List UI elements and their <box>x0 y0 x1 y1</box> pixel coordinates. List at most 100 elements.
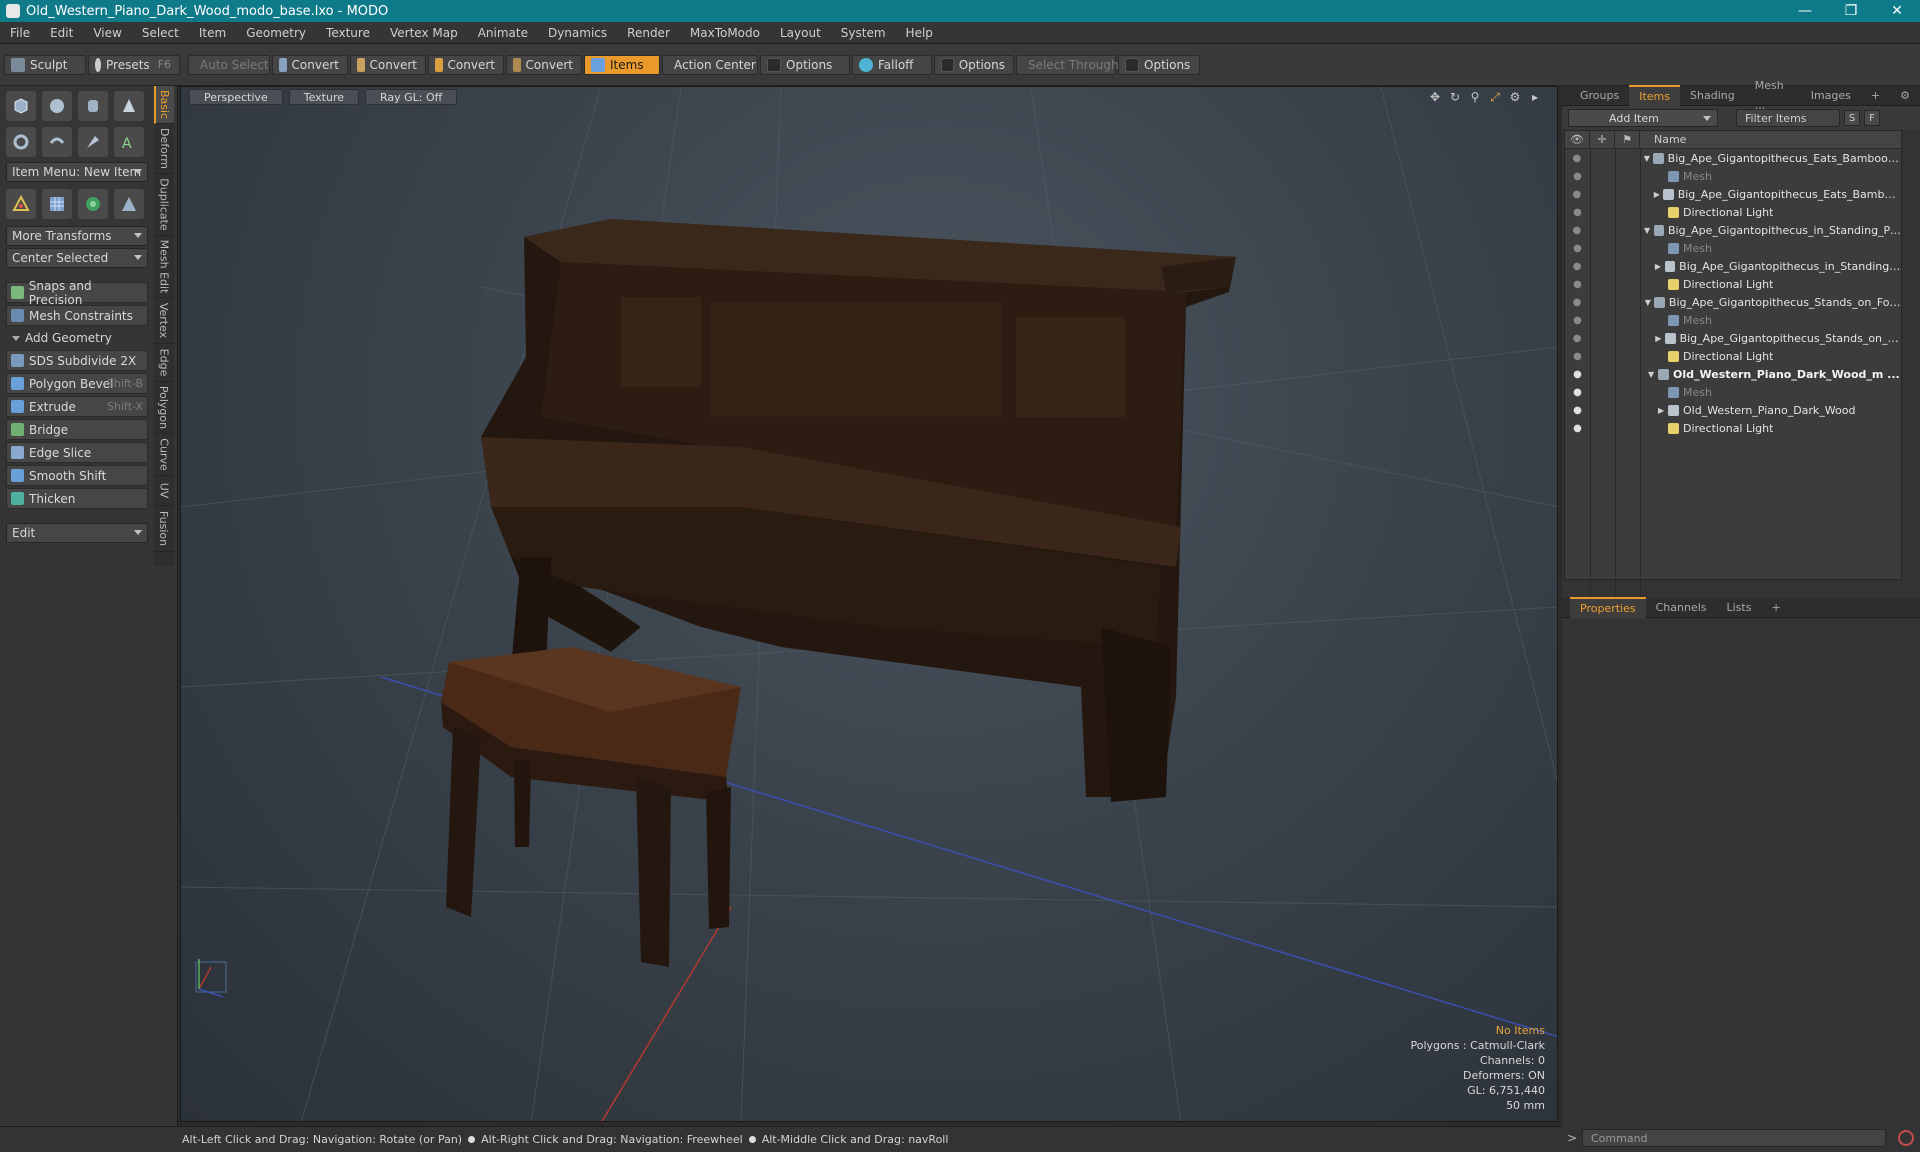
menu-vertex-map[interactable]: Vertex Map <box>380 22 468 44</box>
add-tab-icon[interactable]: + <box>1761 598 1790 618</box>
visibility-eye-icon[interactable]: ● <box>1565 311 1590 329</box>
command-input[interactable]: Command <box>1582 1129 1886 1147</box>
bridge-button[interactable]: Bridge <box>6 419 148 440</box>
edit-dropdown[interactable]: Edit <box>6 523 148 543</box>
tab-vertex[interactable]: Vertex <box>154 298 174 344</box>
action-center-button[interactable]: Action Center <box>662 54 758 75</box>
grid-tool-icon[interactable] <box>42 189 72 219</box>
collapse-arrow-icon[interactable]: ▼ <box>1644 154 1653 163</box>
type-column-icon[interactable]: ⚑ <box>1615 130 1640 149</box>
visibility-eye-icon[interactable]: ● <box>1565 185 1589 203</box>
record-macro-icon[interactable] <box>1898 1130 1914 1146</box>
item-menu-dropdown[interactable]: Item Menu: New Item <box>6 162 148 182</box>
add-tab-icon[interactable]: + <box>1861 86 1890 106</box>
menu-file[interactable]: File <box>0 22 40 44</box>
name-column-header[interactable]: Name <box>1640 133 1686 146</box>
tree-row[interactable]: ● Directional Light <box>1565 275 1901 293</box>
polygon-bevel-button[interactable]: Polygon Bevel Shift-B <box>6 373 148 394</box>
menu-texture[interactable]: Texture <box>316 22 380 44</box>
sds-subdivide-button[interactable]: SDS Subdivide 2X <box>6 350 148 371</box>
cone-primitive-icon[interactable] <box>114 91 144 121</box>
visibility-eye-icon[interactable]: ● <box>1565 167 1590 185</box>
convert-materials-button[interactable]: Convert <box>506 54 582 75</box>
menu-system[interactable]: System <box>831 22 896 44</box>
falloff-button[interactable]: Falloff <box>852 54 932 75</box>
visibility-eye-icon[interactable]: ● <box>1565 221 1589 239</box>
convert-vertices-button[interactable]: Convert <box>272 54 348 75</box>
pen-tool-icon[interactable] <box>78 127 108 157</box>
maximize-button[interactable]: ❐ <box>1828 0 1874 22</box>
edge-slice-button[interactable]: Edge Slice <box>6 442 148 463</box>
items-mode-button[interactable]: Items <box>584 54 660 75</box>
menu-render[interactable]: Render <box>617 22 680 44</box>
menu-item[interactable]: Item <box>189 22 236 44</box>
visibility-column-icon[interactable]: 👁 <box>1565 130 1590 149</box>
tree-row[interactable]: ● ▶ Big_Ape_Gigantopithecus_in_Standing_ .… <box>1565 257 1901 275</box>
rotate-tool-icon[interactable] <box>78 189 108 219</box>
tree-row[interactable]: ● Mesh <box>1565 167 1901 185</box>
tab-images[interactable]: Images <box>1801 86 1861 106</box>
tree-row[interactable]: ● Directional Light <box>1565 419 1901 437</box>
convert-edges-button[interactable]: Convert <box>350 54 426 75</box>
visibility-eye-icon[interactable]: ● <box>1565 401 1590 419</box>
sphere-primitive-icon[interactable] <box>42 91 72 121</box>
tab-channels[interactable]: Channels <box>1646 598 1717 618</box>
tab-shading[interactable]: Shading <box>1680 86 1745 106</box>
falloff-options-button[interactable]: Options <box>934 54 1014 75</box>
visibility-eye-icon[interactable]: ● <box>1565 419 1590 437</box>
torus-primitive-icon[interactable] <box>6 127 36 157</box>
tree-row[interactable]: ● Mesh <box>1565 311 1901 329</box>
tree-row[interactable]: ● ▶ Old_Western_Piano_Dark_Wood <box>1565 401 1901 419</box>
texture-shading-button[interactable]: Texture <box>288 89 359 105</box>
visibility-eye-icon[interactable]: ● <box>1565 365 1590 383</box>
tab-items[interactable]: Items <box>1629 84 1681 107</box>
add-geometry-section[interactable]: Add Geometry <box>4 328 150 348</box>
3d-viewport[interactable]: Perspective Texture Ray GL: Off ✥ ↻ ⚲ ⤢ … <box>180 86 1558 1122</box>
viewport-menu-icon[interactable]: ▸ <box>1527 89 1543 105</box>
menu-geometry[interactable]: Geometry <box>236 22 316 44</box>
tab-properties[interactable]: Properties <box>1570 596 1646 619</box>
tree-row[interactable]: ● Directional Light <box>1565 347 1901 365</box>
text-tool-icon[interactable]: A <box>114 127 144 157</box>
scale-tool-icon[interactable] <box>114 189 144 219</box>
tab-groups[interactable]: Groups <box>1570 86 1629 106</box>
tree-row[interactable]: ● ▼ Big_Ape_Gigantopithecus_Eats_Bamboo_Pl… <box>1565 149 1901 167</box>
menu-layout[interactable]: Layout <box>770 22 831 44</box>
tree-row[interactable]: ● ▶ Big_Ape_Gigantopithecus_Stands_on_F ..… <box>1565 329 1901 347</box>
tab-uv[interactable]: UV <box>154 476 174 506</box>
perspective-view-button[interactable]: Perspective <box>189 89 283 105</box>
visibility-eye-icon[interactable]: ● <box>1565 239 1590 257</box>
sculpt-button[interactable]: Sculpt <box>4 54 86 75</box>
zoom-icon[interactable]: ⚲ <box>1467 89 1483 105</box>
panel-options-icon[interactable]: ⚙ <box>1890 86 1920 106</box>
add-item-dropdown[interactable]: Add Item <box>1568 109 1718 127</box>
center-selected-dropdown[interactable]: Center Selected <box>6 248 148 268</box>
extrude-button[interactable]: Extrude Shift-X <box>6 396 148 417</box>
menu-select[interactable]: Select <box>132 22 189 44</box>
expand-arrow-icon[interactable]: ▶ <box>1655 262 1665 271</box>
collapse-arrow-icon[interactable]: ▼ <box>1648 370 1658 379</box>
select-through-options-button[interactable]: Options <box>1118 54 1200 75</box>
mesh-constraints-button[interactable]: Mesh Constraints <box>6 305 148 326</box>
tab-deform[interactable]: Deform <box>154 124 174 174</box>
tree-row[interactable]: ● ▼ Old_Western_Piano_Dark_Wood_m ... <box>1565 365 1901 383</box>
tab-polygon[interactable]: Polygon <box>154 382 174 434</box>
select-through-button[interactable]: Select Through <box>1016 54 1119 75</box>
menu-view[interactable]: View <box>83 22 131 44</box>
more-transforms-dropdown[interactable]: More Transforms <box>6 226 148 246</box>
viewport-settings-icon[interactable]: ⚙ <box>1507 89 1523 105</box>
tree-row[interactable]: ● Mesh <box>1565 239 1901 257</box>
smooth-shift-button[interactable]: Smooth Shift <box>6 465 148 486</box>
visibility-eye-icon[interactable]: ● <box>1565 149 1589 167</box>
visibility-eye-icon[interactable]: ● <box>1565 293 1589 311</box>
cylinder-primitive-icon[interactable] <box>78 91 108 121</box>
lock-column-icon[interactable]: ✛ <box>1590 130 1615 149</box>
piano-bench-model[interactable] <box>441 647 741 967</box>
maximize-view-icon[interactable]: ⤢ <box>1487 89 1503 105</box>
minimize-button[interactable]: — <box>1782 0 1828 22</box>
visibility-eye-icon[interactable]: ● <box>1565 203 1590 221</box>
menu-help[interactable]: Help <box>896 22 943 44</box>
convert-polygons-button[interactable]: Convert <box>428 54 504 75</box>
visibility-eye-icon[interactable]: ● <box>1565 257 1589 275</box>
expand-arrow-icon[interactable]: ▶ <box>1654 190 1664 199</box>
